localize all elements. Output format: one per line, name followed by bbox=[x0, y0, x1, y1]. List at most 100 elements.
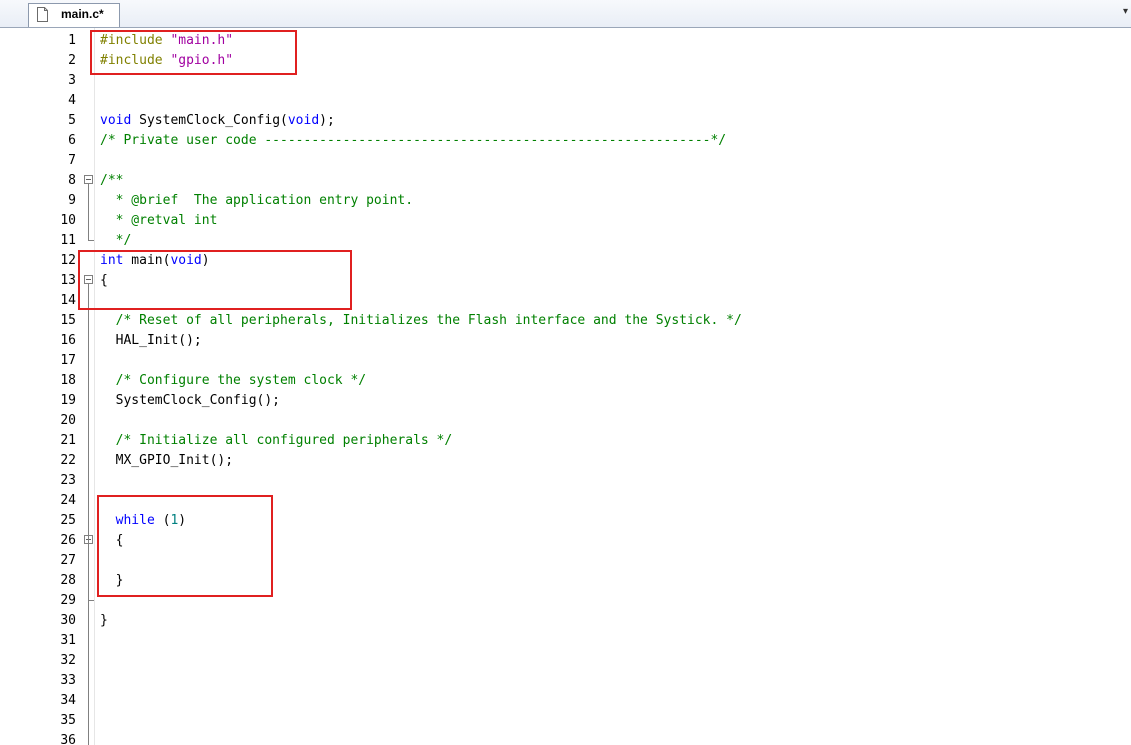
code-line[interactable]: 4 bbox=[0, 90, 1131, 110]
chevron-down-icon[interactable]: ▾ bbox=[1123, 6, 1128, 17]
code-text: /* Private user code -------------------… bbox=[100, 133, 726, 148]
line-number: 11 bbox=[60, 233, 76, 248]
code-line[interactable]: 7 bbox=[0, 150, 1131, 170]
code-line[interactable]: 36 bbox=[0, 730, 1131, 745]
tab-main-c[interactable]: main.c* bbox=[28, 3, 120, 27]
code-token: MX_GPIO_Init(); bbox=[100, 453, 234, 468]
code-line[interactable]: 22 MX_GPIO_Init(); bbox=[0, 450, 1131, 470]
code-token: */ bbox=[100, 233, 132, 248]
fold-guide-end bbox=[88, 240, 94, 241]
code-line[interactable]: 18 /* Configure the system clock */ bbox=[0, 370, 1131, 390]
line-number: 27 bbox=[60, 553, 76, 568]
line-number: 19 bbox=[60, 393, 76, 408]
line-number: 34 bbox=[60, 693, 76, 708]
code-token: void bbox=[287, 113, 320, 128]
line-number: 1 bbox=[68, 33, 76, 48]
fold-minus-icon[interactable] bbox=[84, 175, 93, 184]
code-line[interactable]: 32 bbox=[0, 650, 1131, 670]
highlight-box-includes bbox=[90, 30, 297, 75]
code-token: } bbox=[100, 613, 108, 628]
code-line[interactable]: 5 void SystemClock_Config(void); bbox=[0, 110, 1131, 130]
code-line[interactable]: 20 bbox=[0, 410, 1131, 430]
code-token: SystemClock_Config(); bbox=[100, 393, 281, 408]
fold-guide bbox=[88, 544, 89, 600]
code-token: /* Reset of all peripherals, Initializes… bbox=[100, 313, 742, 328]
line-number: 30 bbox=[60, 613, 76, 628]
code-text: SystemClock_Config(); bbox=[100, 393, 280, 408]
line-number: 32 bbox=[60, 653, 76, 668]
line-number: 20 bbox=[60, 413, 76, 428]
code-token: /* Private user code -------------------… bbox=[100, 133, 727, 148]
code-token: void bbox=[100, 113, 132, 128]
code-text: */ bbox=[100, 233, 132, 248]
line-number: 4 bbox=[68, 93, 76, 108]
code-line[interactable]: 10 * @retval int bbox=[0, 210, 1131, 230]
highlight-box-while-loop bbox=[97, 495, 273, 597]
code-token: /* Initialize all configured peripherals… bbox=[100, 433, 453, 448]
line-number: 22 bbox=[60, 453, 76, 468]
line-number: 9 bbox=[68, 193, 76, 208]
line-number: 2 bbox=[68, 53, 76, 68]
code-line[interactable]: 19 SystemClock_Config(); bbox=[0, 390, 1131, 410]
line-number: 10 bbox=[60, 213, 76, 228]
code-token: /* Configure the system clock */ bbox=[100, 373, 367, 388]
fold-guide-end bbox=[88, 600, 94, 601]
code-line[interactable]: 31 bbox=[0, 630, 1131, 650]
code-line[interactable]: 30} bbox=[0, 610, 1131, 630]
line-number: 6 bbox=[68, 133, 76, 148]
line-number: 18 bbox=[60, 373, 76, 388]
code-line[interactable]: 35 bbox=[0, 710, 1131, 730]
line-number: 12 bbox=[60, 253, 76, 268]
code-text: void SystemClock_Config(void); bbox=[100, 113, 335, 128]
file-icon bbox=[37, 7, 48, 22]
fold-guide bbox=[88, 184, 89, 240]
code-line[interactable]: 8 /** bbox=[0, 170, 1131, 190]
tab-label: main.c* bbox=[61, 7, 104, 21]
code-token: HAL_Init(); bbox=[100, 333, 202, 348]
line-number: 13 bbox=[60, 273, 76, 288]
line-number: 33 bbox=[60, 673, 76, 688]
line-number: 31 bbox=[60, 633, 76, 648]
line-number: 26 bbox=[60, 533, 76, 548]
code-line[interactable]: 17 bbox=[0, 350, 1131, 370]
line-number: 35 bbox=[60, 713, 76, 728]
line-number: 25 bbox=[60, 513, 76, 528]
line-number: 36 bbox=[60, 733, 76, 745]
code-line[interactable]: 34 bbox=[0, 690, 1131, 710]
code-line[interactable]: 9 * @brief The application entry point. bbox=[0, 190, 1131, 210]
line-number: 23 bbox=[60, 473, 76, 488]
code-line[interactable]: 21 /* Initialize all configured peripher… bbox=[0, 430, 1131, 450]
line-number: 17 bbox=[60, 353, 76, 368]
code-line[interactable]: 11 */ bbox=[0, 230, 1131, 250]
line-number: 14 bbox=[60, 293, 76, 308]
line-number: 5 bbox=[68, 113, 76, 128]
code-text: /** bbox=[100, 173, 123, 188]
line-number: 21 bbox=[60, 433, 76, 448]
fold-guide bbox=[88, 284, 89, 745]
code-line[interactable]: 33 bbox=[0, 670, 1131, 690]
line-number: 24 bbox=[60, 493, 76, 508]
code-line[interactable]: 16 HAL_Init(); bbox=[0, 330, 1131, 350]
code-text: MX_GPIO_Init(); bbox=[100, 453, 233, 468]
editor-tab-bar: main.c* ▾ bbox=[0, 0, 1131, 28]
code-text: HAL_Init(); bbox=[100, 333, 202, 348]
line-number: 28 bbox=[60, 573, 76, 588]
code-line[interactable]: 23 bbox=[0, 470, 1131, 490]
line-number: 3 bbox=[68, 73, 76, 88]
line-number: 8 bbox=[68, 173, 76, 188]
code-text: * @retval int bbox=[100, 213, 218, 228]
line-number: 16 bbox=[60, 333, 76, 348]
code-token: SystemClock_Config( bbox=[131, 113, 288, 128]
highlight-box-main-signature bbox=[78, 250, 352, 310]
line-number: 29 bbox=[60, 593, 76, 608]
code-token: * @brief The application entry point. bbox=[100, 193, 414, 208]
code-token: /** bbox=[100, 173, 124, 188]
code-text: } bbox=[100, 613, 108, 628]
code-text: /* Reset of all peripherals, Initializes… bbox=[100, 313, 742, 328]
code-line[interactable]: 15 /* Reset of all peripherals, Initiali… bbox=[0, 310, 1131, 330]
line-number: 7 bbox=[68, 153, 76, 168]
code-editor[interactable]: 1 #include "main.h" 2 #include "gpio.h" 3 4 5 v… bbox=[0, 28, 1131, 745]
line-number: 15 bbox=[60, 313, 76, 328]
code-text: /* Initialize all configured peripherals… bbox=[100, 433, 453, 448]
code-line[interactable]: 6 /* Private user code ------------------… bbox=[0, 130, 1131, 150]
